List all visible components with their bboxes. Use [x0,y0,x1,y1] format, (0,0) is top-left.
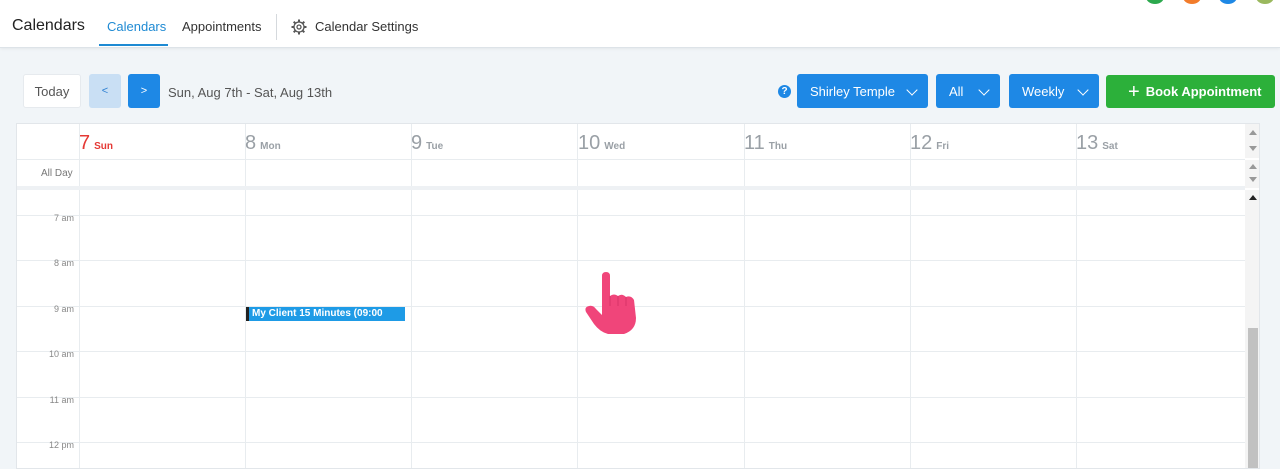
top-nav-bar: Calendars Calendars Appointments Calenda… [0,0,1280,48]
next-week-button[interactable]: > [128,74,160,108]
day-number: 7 [79,132,91,154]
scroll-down-arrow[interactable] [1249,146,1257,151]
all-day-scrollbar[interactable] [1245,160,1259,188]
column-divider [577,124,578,468]
plus-icon: + [1128,80,1140,103]
help-icon[interactable]: ? [778,85,791,98]
book-appointment-button[interactable]: + Book Appointment [1106,75,1275,108]
day-name: Tue [426,141,444,152]
column-divider [1076,124,1077,468]
day-header-thu[interactable]: 11 Thu [744,132,787,155]
tab-appointments[interactable]: Appointments [182,19,262,34]
column-divider [245,124,246,468]
day-name: Thu [768,141,788,152]
scroll-up-arrow[interactable] [1249,164,1257,169]
scroll-up-arrow[interactable] [1249,130,1257,135]
page-title: Calendars [12,17,85,34]
hour-line [17,397,1245,398]
column-divider [744,124,745,468]
time-label: 11 am [49,395,74,405]
scroll-up-arrow[interactable] [1249,195,1257,200]
day-header-tue[interactable]: 9 Tue [411,132,443,155]
status-dot-blue [1219,0,1237,4]
day-name: Sun [94,141,114,152]
day-header-sat[interactable]: 13 Sat [1076,132,1118,155]
column-divider [910,124,911,468]
date-range-label: Sun, Aug 7th - Sat, Aug 13th [168,85,333,100]
chevron-down-icon [1077,84,1089,96]
day-header-fri[interactable]: 12 Fri [910,132,949,155]
time-label: 9 am [53,304,74,314]
filter-label: All [949,83,964,99]
time-label: 10 am [48,349,74,359]
column-divider [411,124,412,468]
day-number: 11 [744,132,765,154]
user-select-dropdown[interactable]: Shirley Temple [797,74,928,108]
today-button[interactable]: Today [23,74,81,108]
header-divider [17,159,1245,160]
day-header-wed[interactable]: 10 Wed [578,132,625,155]
day-name: Mon [260,141,281,152]
book-appointment-label: Book Appointment [1145,84,1262,99]
all-day-label: All Day [41,168,73,179]
grid-scrollbar[interactable] [1245,190,1259,468]
view-dropdown[interactable]: Weekly [1009,74,1099,108]
active-tab-indicator [99,44,168,46]
status-dot-olive [1256,0,1274,4]
hour-line [17,260,1245,261]
scroll-down-arrow[interactable] [1249,177,1257,182]
day-header-sun[interactable]: 7 Sun [79,132,113,155]
day-number: 8 [245,132,257,154]
all-day-separator [17,186,1245,190]
user-select-label: Shirley Temple [810,83,896,99]
nav-divider [276,14,277,40]
header-scrollbar[interactable] [1245,124,1259,158]
hour-line [17,442,1245,443]
day-name: Wed [604,141,626,152]
hour-line [17,351,1245,352]
day-number: 10 [578,132,601,154]
day-number: 12 [910,132,933,154]
time-label: 12 pm [48,440,74,450]
chevron-down-icon [978,84,990,96]
status-dot-green [1146,0,1164,4]
day-name: Sat [1102,141,1118,152]
gear-icon[interactable] [291,19,307,35]
tab-calendar-settings[interactable]: Calendar Settings [315,19,418,34]
hour-line [17,215,1245,216]
view-label: Weekly [1022,83,1065,99]
prev-week-button[interactable]: < [89,74,121,108]
time-label: 7 am [53,213,74,223]
time-label: 8 am [53,258,74,268]
tab-calendars[interactable]: Calendars [107,19,166,34]
scrollbar-thumb[interactable] [1248,328,1258,468]
chevron-down-icon [906,84,918,96]
day-name: Fri [936,141,950,152]
pointing-hand-icon [585,272,636,334]
column-divider [79,124,80,468]
appointment-event[interactable]: My Client 15 Minutes (09:00 [246,307,405,321]
day-header-mon[interactable]: 8 Mon [245,132,281,155]
status-dot-orange [1183,0,1201,4]
filter-dropdown[interactable]: All [936,74,1000,108]
day-number: 13 [1076,132,1099,154]
day-number: 9 [411,132,423,154]
